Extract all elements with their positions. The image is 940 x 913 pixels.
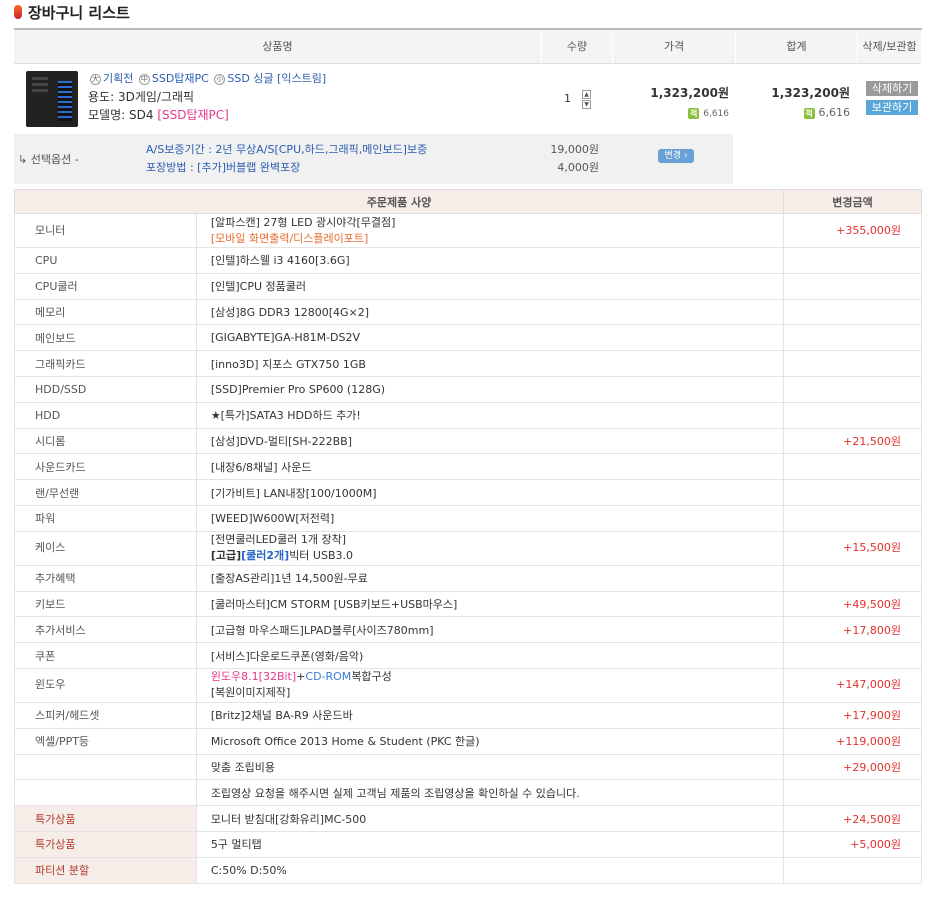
table-row: 추가서비스 [고급형 마우스패드]LPAD블루[사이즈780mm] +17,800원 bbox=[14, 616, 922, 644]
page-title: 장바구니 리스트 bbox=[28, 3, 130, 22]
product-thumbnail[interactable] bbox=[26, 71, 78, 127]
table-row: 특가상품 5구 멀티탭 +5,000원 bbox=[14, 830, 922, 858]
bullet-icon bbox=[14, 5, 22, 19]
spec-header: 주문제품 사양 bbox=[13, 189, 785, 214]
col-price: 가격 bbox=[613, 30, 736, 64]
option-label: ↳ 선택옵션 - bbox=[18, 153, 79, 166]
table-row: 파티션 분할 C:50% D:50% bbox=[14, 856, 922, 884]
delete-button[interactable]: 삭제하기 bbox=[866, 81, 918, 96]
quantity-stepper: 1 ▲ ▼ bbox=[564, 90, 604, 109]
table-row: 윈도우 윈도우8.1[32Bit]+CD-ROM복합구성 [복원이미지제작] +1… bbox=[14, 667, 922, 703]
option-packing-price: 4,000원 bbox=[557, 161, 599, 174]
price-points: 6,616 bbox=[703, 109, 729, 119]
point-icon: 적 bbox=[803, 108, 815, 119]
tag-ssd-pc[interactable]: SSD탑재PC bbox=[152, 72, 209, 85]
total-points: 6,616 bbox=[818, 106, 851, 119]
table-row: 추가혜택 [출장AS관리]1년 14,500원-무료 bbox=[14, 564, 922, 592]
table-row: CPU [인텔]하스웰 i3 4160[3.6G] bbox=[14, 247, 922, 274]
table-row: 그래픽카드 [inno3D] 지포스 GTX750 1GB bbox=[14, 350, 922, 377]
table-row: CPU쿨러 [인텔]CPU 정품쿨러 bbox=[14, 272, 922, 300]
col-action: 삭제/보관함 bbox=[858, 30, 922, 64]
table-row: 시디롬 [삼성]DVD-멀티[SH-222BB] +21,500원 bbox=[14, 427, 922, 455]
table-row: 파워 [WEED]W600W[저전력] bbox=[14, 504, 922, 532]
table-row: 맞춤 조립비용 +29,000원 bbox=[14, 753, 922, 781]
table-row: 쿠폰 [서비스]다운로드쿠폰(영화/음악) bbox=[14, 642, 922, 669]
option-warranty-price: 19,000원 bbox=[550, 143, 599, 156]
table-row: 엑셀/PPT등 Microsoft Office 2013 Home & Stud… bbox=[14, 727, 922, 755]
model-highlight: [SSD탑재PC] bbox=[157, 108, 229, 122]
table-row: 메모리 [삼성]8G DDR3 12800[4G×2] bbox=[14, 298, 922, 326]
qty-up-icon[interactable]: ▲ bbox=[582, 90, 591, 99]
table-row: 사운드카드 [내장6/8채널] 사운드 bbox=[14, 453, 922, 481]
option-warranty: A/S보증기간 : 2년 무상A/S[CPU,하드,그래픽,메인보드]보증 bbox=[146, 143, 428, 156]
table-row: 키보드 [쿨러마스터]CM STORM [USB키보드+USB마우스] +49,50… bbox=[14, 590, 922, 618]
tag-event[interactable]: 기획전 bbox=[103, 72, 133, 85]
unit-price: 1,323,200원 적 6,616 bbox=[650, 86, 729, 119]
size-medium-icon: 中 bbox=[138, 73, 150, 85]
page-header: 장바구니 리스트 bbox=[14, 2, 130, 22]
size-small-icon: 小 bbox=[214, 73, 226, 85]
col-product: 상품명 bbox=[14, 30, 542, 64]
table-row: HDD/SSD [SSD]Premier Pro SP600 (128G) bbox=[14, 375, 922, 403]
table-row: 랜/무선랜 [기가비트] LAN내장[100/1000M] bbox=[14, 479, 922, 506]
cart-table-header: 상품명 수량 가격 합계 삭제/보관함 bbox=[14, 28, 922, 64]
table-row: 메인보드 [GIGABYTE]GA-H81M-DS2V bbox=[14, 324, 922, 352]
col-qty: 수량 bbox=[542, 30, 613, 64]
table-row: 특가상품 모니터 받침대[강화유리]MC-500 +24,500원 bbox=[14, 805, 922, 832]
col-total: 합계 bbox=[736, 30, 858, 64]
point-icon: 적 bbox=[688, 108, 700, 119]
table-row: 케이스 [전면쿨러LED쿨러 1개 장착] [고급][쿨러2개]빅터 USB3.0… bbox=[14, 530, 922, 566]
qty-down-icon[interactable]: ▼ bbox=[582, 100, 591, 109]
save-button[interactable]: 보관하기 bbox=[866, 100, 918, 115]
table-row: 조립영상 요청을 해주시면 실제 고객님 제품의 조립영상을 확인하실 수 있습… bbox=[14, 779, 922, 807]
cart-item: 大 기획전 中 SSD탑재PC 小 SSD 싱글 [익스트림] 용도: 3D게임/그래… bbox=[14, 64, 922, 134]
total-price: 1,323,200원 적 6,616 bbox=[771, 86, 851, 119]
tag-ssd-single[interactable]: SSD 싱글 [익스트림] bbox=[227, 72, 326, 85]
table-row: 스피커/헤드셋 [Britz]2채널 BA-R9 사운드바 +17,900원 bbox=[14, 701, 922, 729]
product-info: 大 기획전 中 SSD탑재PC 小 SSD 싱글 [익스트림] 용도: 3D게임/그래… bbox=[88, 70, 326, 124]
option-change-button[interactable]: 변경 › bbox=[658, 149, 694, 163]
product-usage: 용도: 3D게임/그래픽 bbox=[88, 90, 195, 104]
option-panel: ↳ 선택옵션 - A/S보증기간 : 2년 무상A/S[CPU,하드,그래픽,메… bbox=[14, 134, 733, 184]
table-row: 모니터 [알파스캔] 27형 LED 광시야각[무결점] [모바일 화면출력/디스… bbox=[14, 213, 922, 248]
quantity-value: 1 bbox=[564, 92, 571, 105]
product-model: 모델명: SD4 [SSD탑재PC] bbox=[88, 108, 229, 122]
table-row: HDD ★[특가]SATA3 HDD하드 추가! bbox=[14, 401, 922, 429]
size-large-icon: 大 bbox=[90, 73, 101, 85]
option-packing: 포장방법 : [추가]버블랩 완벽포장 bbox=[146, 161, 301, 174]
price-change-header: 변경금액 bbox=[783, 189, 922, 214]
spec-table: 주문제품 사양 변경금액 모니터 [알파스캔] 27형 LED 광시야각[무결점… bbox=[13, 189, 922, 884]
